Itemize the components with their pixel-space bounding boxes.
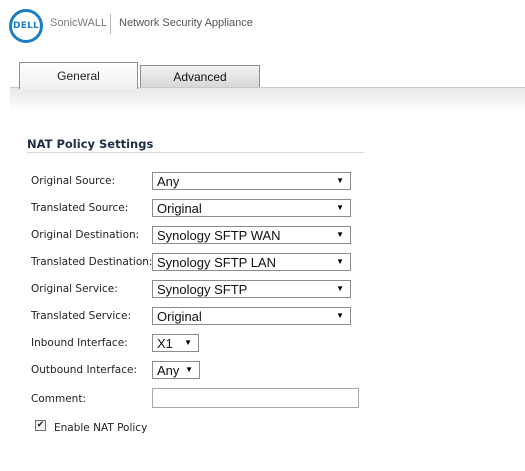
header-divider [110, 14, 111, 34]
chevron-down-icon: ▼ [336, 230, 344, 239]
original-source-value: Any [157, 173, 180, 189]
dell-logo-text: DELL [13, 21, 39, 31]
original-service-label: Original Service: [31, 283, 118, 295]
comment-input[interactable] [152, 388, 359, 408]
translated-source-value: Original [157, 200, 202, 216]
check-icon: ✔ [36, 420, 45, 430]
app-header: DELL SonicWALL Network Security Applianc… [0, 0, 525, 52]
translated-service-select[interactable]: Original ▼ [152, 307, 351, 325]
original-destination-select[interactable]: Synology SFTP WAN ▼ [152, 226, 351, 244]
chevron-down-icon: ▼ [336, 176, 344, 185]
tab-content-strip [10, 87, 525, 112]
tab-advanced-label: Advanced [173, 70, 227, 84]
chevron-down-icon: ▼ [184, 338, 192, 347]
tab-advanced[interactable]: Advanced [140, 65, 260, 88]
inbound-interface-label: Inbound Interface: [31, 337, 128, 349]
chevron-down-icon: ▼ [336, 311, 344, 320]
tab-general[interactable]: General [19, 62, 138, 89]
translated-source-select[interactable]: Original ▼ [152, 199, 351, 217]
section-divider [27, 152, 364, 153]
chevron-down-icon: ▼ [185, 365, 193, 374]
brand-name: SonicWALL [50, 17, 108, 29]
outbound-interface-select[interactable]: Any ▼ [152, 361, 200, 379]
outbound-interface-label: Outbound Interface: [31, 364, 137, 376]
translated-destination-select[interactable]: Synology SFTP LAN ▼ [152, 253, 351, 271]
translated-source-label: Translated Source: [31, 202, 129, 214]
chevron-down-icon: ▼ [336, 257, 344, 266]
section-title: NAT Policy Settings [27, 137, 154, 151]
original-source-select[interactable]: Any ▼ [152, 172, 351, 190]
comment-label: Comment: [31, 393, 86, 405]
original-destination-label: Original Destination: [31, 229, 140, 241]
chevron-down-icon: ▼ [336, 284, 344, 293]
chevron-down-icon: ▼ [336, 203, 344, 212]
nat-policy-page: DELL SonicWALL Network Security Applianc… [0, 0, 525, 471]
translated-destination-value: Synology SFTP LAN [157, 254, 276, 270]
original-source-label: Original Source: [31, 175, 116, 187]
translated-service-label: Translated Service: [31, 310, 132, 322]
inbound-interface-select[interactable]: X1 ▼ [152, 334, 199, 352]
original-destination-value: Synology SFTP WAN [157, 227, 281, 243]
original-service-value: Synology SFTP [157, 281, 248, 297]
enable-nat-policy-checkbox[interactable]: ✔ [35, 420, 46, 431]
inbound-interface-value: X1 [157, 335, 173, 351]
outbound-interface-value: Any [157, 362, 180, 378]
dell-logo: DELL [9, 9, 43, 43]
translated-service-value: Original [157, 308, 202, 324]
tab-general-label: General [57, 69, 100, 83]
product-name: Network Security Appliance [119, 17, 253, 29]
enable-nat-policy-label: Enable NAT Policy [54, 422, 148, 434]
translated-destination-label: Translated Destination: [31, 256, 153, 268]
original-service-select[interactable]: Synology SFTP ▼ [152, 280, 351, 298]
